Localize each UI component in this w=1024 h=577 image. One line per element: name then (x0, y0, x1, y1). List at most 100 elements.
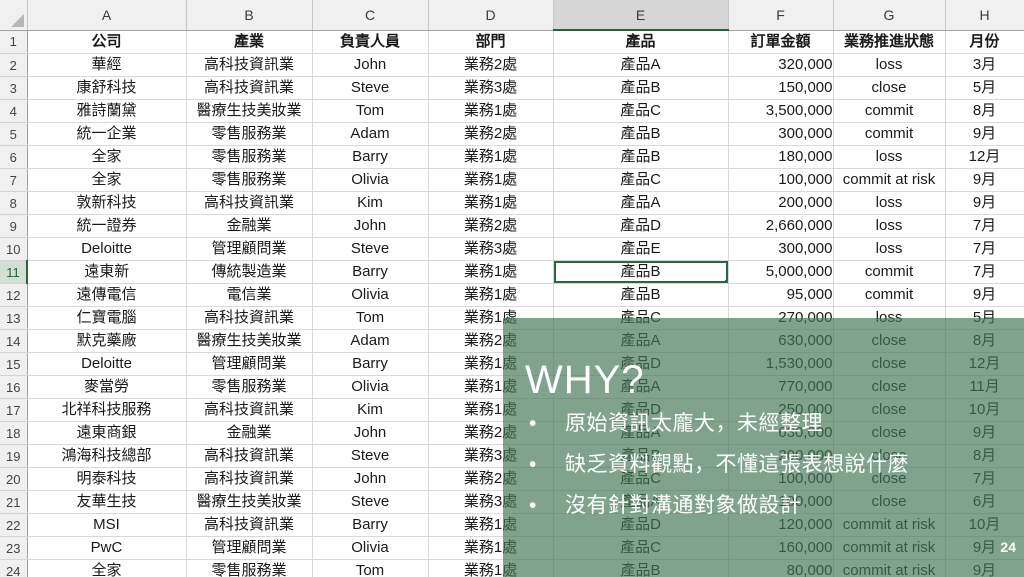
data-cell[interactable]: Tom (312, 99, 429, 123)
data-cell[interactable]: 200,000 (728, 191, 834, 215)
column-header-f[interactable]: F (728, 0, 834, 31)
data-cell[interactable]: 業務1處 (428, 283, 554, 307)
data-cell[interactable]: Olivia (312, 536, 429, 560)
data-cell[interactable]: 鴻海科技總部 (27, 444, 187, 468)
data-cell[interactable]: 默克藥廠 (27, 329, 187, 353)
row-header-7[interactable]: 7 (0, 168, 28, 192)
data-cell[interactable]: 高科技資訊業 (186, 513, 313, 537)
data-cell[interactable]: 產品E (553, 237, 729, 261)
column-header-d[interactable]: D (428, 0, 554, 31)
data-cell[interactable]: 業務2處 (428, 214, 554, 238)
data-cell[interactable]: 醫療生技美妝業 (186, 329, 313, 353)
header-cell[interactable]: 月份 (945, 30, 1024, 54)
data-cell[interactable]: 300,000 (728, 122, 834, 146)
row-header-16[interactable]: 16 (0, 375, 28, 399)
row-header-19[interactable]: 19 (0, 444, 28, 468)
row-header-12[interactable]: 12 (0, 283, 28, 307)
data-cell[interactable]: Olivia (312, 168, 429, 192)
data-cell[interactable]: 高科技資訊業 (186, 306, 313, 330)
data-cell[interactable]: 業務2處 (428, 53, 554, 77)
data-cell[interactable]: 5,000,000 (728, 260, 834, 284)
data-cell[interactable]: 統一證券 (27, 214, 187, 238)
data-cell[interactable]: 業務1處 (428, 145, 554, 169)
data-cell[interactable]: 業務1處 (428, 168, 554, 192)
header-cell[interactable]: 部門 (428, 30, 554, 54)
data-cell[interactable]: 遠東新 (27, 260, 187, 284)
data-cell[interactable]: Olivia (312, 283, 429, 307)
data-cell[interactable]: 全家 (27, 559, 187, 577)
data-cell[interactable]: 產品C (553, 99, 729, 123)
data-cell[interactable]: 9月 (945, 168, 1024, 192)
data-cell[interactable]: MSI (27, 513, 187, 537)
data-cell[interactable]: commit at risk (833, 168, 946, 192)
column-header-e[interactable]: E (553, 0, 729, 31)
data-cell[interactable]: 9月 (945, 283, 1024, 307)
data-cell[interactable]: Kim (312, 398, 429, 422)
data-cell[interactable]: Steve (312, 444, 429, 468)
data-cell[interactable]: 100,000 (728, 168, 834, 192)
data-cell[interactable]: Barry (312, 145, 429, 169)
data-cell[interactable]: 產品A (553, 53, 729, 77)
data-cell[interactable]: commit (833, 99, 946, 123)
data-cell[interactable]: 高科技資訊業 (186, 398, 313, 422)
data-cell[interactable]: Barry (312, 352, 429, 376)
header-cell[interactable]: 業務推進狀態 (833, 30, 946, 54)
data-cell[interactable]: Steve (312, 76, 429, 100)
data-cell[interactable]: 產品B (553, 260, 729, 284)
data-cell[interactable]: 業務3處 (428, 76, 554, 100)
column-header-a[interactable]: A (27, 0, 187, 31)
row-header-4[interactable]: 4 (0, 99, 28, 123)
data-cell[interactable]: 95,000 (728, 283, 834, 307)
data-cell[interactable]: 12月 (945, 145, 1024, 169)
data-cell[interactable]: 管理顧問業 (186, 237, 313, 261)
data-cell[interactable]: 9月 (945, 191, 1024, 215)
data-cell[interactable]: Deloitte (27, 352, 187, 376)
data-cell[interactable]: Adam (312, 329, 429, 353)
data-cell[interactable]: 高科技資訊業 (186, 53, 313, 77)
data-cell[interactable]: 明泰科技 (27, 467, 187, 491)
data-cell[interactable]: loss (833, 214, 946, 238)
data-cell[interactable]: 高科技資訊業 (186, 444, 313, 468)
data-cell[interactable]: Tom (312, 559, 429, 577)
data-cell[interactable]: 遠東商銀 (27, 421, 187, 445)
data-cell[interactable]: 產品C (553, 168, 729, 192)
data-cell[interactable]: 業務1處 (428, 191, 554, 215)
row-header-24[interactable]: 24 (0, 559, 28, 577)
header-cell[interactable]: 訂單金額 (728, 30, 834, 54)
fill-handle[interactable] (724, 280, 727, 283)
data-cell[interactable]: Barry (312, 513, 429, 537)
data-cell[interactable]: commit (833, 260, 946, 284)
data-cell[interactable]: 管理顧問業 (186, 352, 313, 376)
data-cell[interactable]: John (312, 214, 429, 238)
data-cell[interactable]: 敦新科技 (27, 191, 187, 215)
data-cell[interactable]: loss (833, 191, 946, 215)
data-cell[interactable]: 康舒科技 (27, 76, 187, 100)
row-header-17[interactable]: 17 (0, 398, 28, 422)
data-cell[interactable]: Barry (312, 260, 429, 284)
data-cell[interactable]: 零售服務業 (186, 559, 313, 577)
data-cell[interactable]: 統一企業 (27, 122, 187, 146)
data-cell[interactable]: 醫療生技美妝業 (186, 490, 313, 514)
data-cell[interactable]: commit (833, 283, 946, 307)
data-cell[interactable]: 產品D (553, 214, 729, 238)
data-cell[interactable]: Deloitte (27, 237, 187, 261)
data-cell[interactable]: 傳統製造業 (186, 260, 313, 284)
data-cell[interactable]: loss (833, 53, 946, 77)
data-cell[interactable]: 業務3處 (428, 237, 554, 261)
data-cell[interactable]: 北祥科技服務 (27, 398, 187, 422)
data-cell[interactable]: 7月 (945, 260, 1024, 284)
row-header-13[interactable]: 13 (0, 306, 28, 330)
data-cell[interactable]: 高科技資訊業 (186, 76, 313, 100)
data-cell[interactable]: 產品B (553, 283, 729, 307)
data-cell[interactable]: 3月 (945, 53, 1024, 77)
row-header-8[interactable]: 8 (0, 191, 28, 215)
data-cell[interactable]: 180,000 (728, 145, 834, 169)
data-cell[interactable]: 9月 (945, 122, 1024, 146)
data-cell[interactable]: John (312, 53, 429, 77)
data-cell[interactable]: 零售服務業 (186, 168, 313, 192)
row-header-9[interactable]: 9 (0, 214, 28, 238)
data-cell[interactable]: Steve (312, 237, 429, 261)
data-cell[interactable]: 華經 (27, 53, 187, 77)
data-cell[interactable]: 產品B (553, 145, 729, 169)
select-all-corner-button[interactable] (0, 0, 28, 31)
